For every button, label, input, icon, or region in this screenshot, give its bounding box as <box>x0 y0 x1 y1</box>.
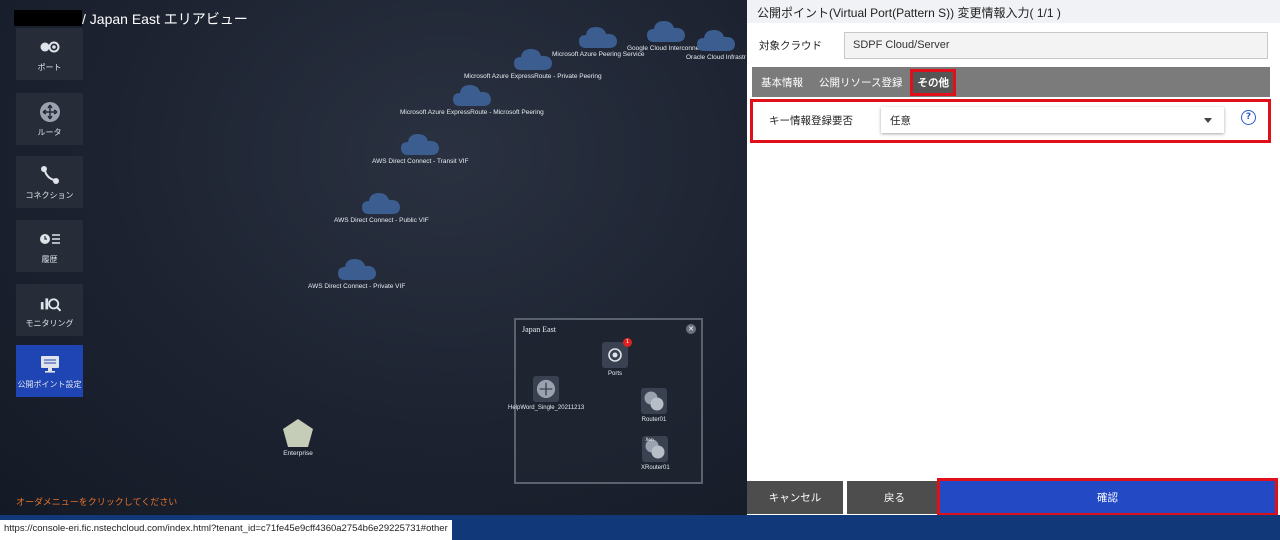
tab-other[interactable]: その他 <box>910 68 956 96</box>
cloud-node-oracle[interactable]: Oracle Cloud Infrastr <box>686 27 746 61</box>
port-icon <box>39 36 61 58</box>
sidebar-item-connection[interactable]: コネクション <box>16 156 83 208</box>
sidebar-item-public-point-settings[interactable]: 公開ポイント設定 <box>16 345 83 397</box>
sidebar-item-port[interactable]: ポート <box>16 28 83 80</box>
region-panel: Japan East ✕ 1 Ports HelpWord_Single_202… <box>508 318 703 484</box>
xrouter01-node[interactable]: Xen XRouter01 <box>641 436 670 471</box>
cloud-icon <box>646 21 685 42</box>
ports-node[interactable]: 1 Ports <box>602 338 632 377</box>
key-info-select[interactable]: 任意 <box>881 107 1224 133</box>
cloud-node-azure-private-peering[interactable]: Microsoft Azure ExpressRoute - Private P… <box>464 46 602 80</box>
tab-bar: 基本情報 公開リソース登録 その他 <box>752 67 1270 97</box>
page-title: / Japan East エリアビュー <box>82 11 248 27</box>
xrouter-icon: Xen <box>642 436 669 462</box>
cancel-button[interactable]: キャンセル <box>747 481 843 514</box>
cloud-label: Microsoft Azure ExpressRoute - Private P… <box>464 73 602 80</box>
cloud-label: Oracle Cloud Infrastr <box>686 54 746 61</box>
tenant-name-redacted <box>14 10 82 26</box>
sidebar-item-label: モニタリング <box>25 318 74 328</box>
tab-public-resource[interactable]: 公開リソース登録 <box>819 75 902 90</box>
cloud-label: AWS Direct Connect - Public VIF <box>334 217 429 224</box>
sidebar-item-monitoring[interactable]: モニタリング <box>16 284 83 336</box>
cloud-label: Microsoft Azure ExpressRoute - Microsoft… <box>400 109 544 116</box>
xrouter-tag: Xen <box>645 438 654 443</box>
order-message: オーダメニューをクリックしてください <box>16 498 178 508</box>
ports-badge: 1 <box>623 338 632 347</box>
cloud-node-aws-private-vif[interactable]: AWS Direct Connect - Private VIF <box>308 256 405 290</box>
cloud-icon <box>401 134 440 155</box>
confirm-button[interactable]: 確認 <box>937 478 1278 516</box>
target-cloud-field: SDPF Cloud/Server <box>844 32 1268 59</box>
key-info-label: キー情報登録要否 <box>769 115 853 127</box>
close-icon[interactable]: ✕ <box>686 324 696 334</box>
monitoring-icon <box>39 292 61 314</box>
router-pair-icon <box>641 388 667 414</box>
cloud-node-azure-microsoft-peering[interactable]: Microsoft Azure ExpressRoute - Microsoft… <box>400 82 544 116</box>
router01-node[interactable]: Router01 <box>641 388 667 423</box>
cloud-label: AWS Direct Connect - Private VIF <box>308 283 406 290</box>
helpword-label: HelpWord_Single_20211213 <box>508 405 585 411</box>
enterprise-label: Enterprise <box>283 450 313 457</box>
status-url: https://console-eri.fic.nstechcloud.com/… <box>0 520 452 540</box>
region-title: Japan East <box>522 325 556 334</box>
enterprise-node[interactable]: Enterprise <box>282 418 314 457</box>
panel-title: 公開ポイント(Virtual Port(Pattern S)) 変更情報入力( … <box>747 0 1280 23</box>
key-info-row: キー情報登録要否 任意 ? <box>750 99 1271 143</box>
cloud-node-aws-transit-vif[interactable]: AWS Direct Connect - Transit VIF <box>372 131 469 165</box>
key-info-value: 任意 <box>890 115 911 127</box>
chevron-down-icon <box>1204 118 1212 123</box>
back-button[interactable]: 戻る <box>847 481 942 514</box>
router01-label: Router01 <box>641 417 667 423</box>
sidebar-item-label: ルータ <box>37 127 62 137</box>
pentagon-icon <box>283 419 313 447</box>
router-icon <box>533 376 560 402</box>
sidebar-item-label: 公開ポイント設定 <box>17 379 82 389</box>
connection-icon <box>39 164 61 186</box>
cloud-icon <box>362 193 401 214</box>
sidebar-item-label: コネクション <box>25 190 74 200</box>
cloud-icon <box>452 85 491 106</box>
router-icon <box>39 101 61 123</box>
history-icon <box>39 228 61 250</box>
target-cloud-label: 対象クラウド <box>759 40 822 52</box>
helpword-router-node[interactable]: HelpWord_Single_20211213 <box>508 376 584 411</box>
xrouter01-label: XRouter01 <box>641 465 670 471</box>
ports-label: Ports <box>607 371 622 377</box>
cloud-icon <box>696 30 735 51</box>
cloud-icon <box>337 259 376 280</box>
cloud-node-aws-public-vif[interactable]: AWS Direct Connect - Public VIF <box>334 190 429 224</box>
change-info-panel: 公開ポイント(Virtual Port(Pattern S)) 変更情報入力( … <box>747 0 1280 516</box>
cloud-icon <box>513 49 552 70</box>
monitor-icon <box>39 353 61 375</box>
sidebar-item-history[interactable]: 履歴 <box>16 220 83 272</box>
sidebar-item-router[interactable]: ルータ <box>16 93 83 145</box>
cloud-label: AWS Direct Connect - Transit VIF <box>372 158 469 165</box>
area-view-canvas: / Japan East エリアビュー ポート ルータ コネクション 履歴 モニ… <box>0 0 747 515</box>
port-icon: 1 <box>602 338 632 368</box>
sidebar-item-label: 履歴 <box>41 254 58 264</box>
sidebar-item-label: ポート <box>37 62 62 72</box>
help-icon[interactable]: ? <box>1241 110 1256 125</box>
tab-basic-info[interactable]: 基本情報 <box>761 75 803 90</box>
